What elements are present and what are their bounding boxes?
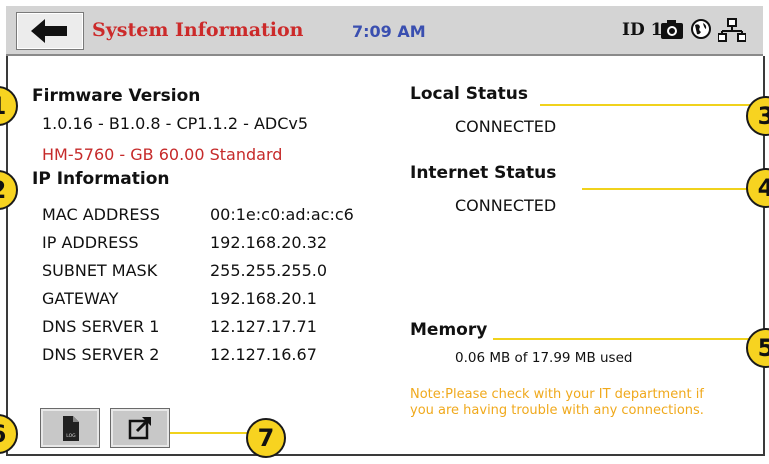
back-button[interactable]	[16, 12, 84, 50]
ip-row-label: MAC ADDRESS	[42, 205, 160, 224]
camera-icon[interactable]	[660, 18, 684, 40]
back-arrow-icon	[31, 19, 67, 43]
model-label: HM-5760 - GB 60.00 Standard	[42, 145, 283, 164]
ip-row-label: SUBNET MASK	[42, 261, 158, 280]
globe-icon[interactable]	[690, 18, 712, 40]
clock: 7:09 AM	[352, 22, 426, 41]
ip-row-value: 192.168.20.1	[210, 289, 317, 308]
ip-row-value: 00:1e:c0:ad:ac:c6	[210, 205, 354, 224]
ip-row-label: IP ADDRESS	[42, 233, 139, 252]
ip-row-value: 192.168.20.32	[210, 233, 328, 252]
ip-row-label: DNS SERVER 1	[42, 317, 160, 336]
ip-heading: IP Information	[32, 169, 170, 189]
ip-row-label: GATEWAY	[42, 289, 119, 308]
screen-frame: System Information 7:09 AM ID 1 Firmware…	[0, 0, 769, 464]
firmware-heading: Firmware Version	[32, 86, 201, 106]
export-button[interactable]	[110, 408, 170, 448]
ip-row-value: 12.127.17.71	[210, 317, 317, 336]
device-id: ID 1	[622, 20, 663, 40]
local-status-value: CONNECTED	[455, 117, 557, 136]
network-icon[interactable]	[718, 18, 746, 42]
external-link-icon	[128, 417, 151, 440]
callout-3-line	[540, 104, 750, 106]
connection-note: Note:Please check with your IT departmen…	[410, 387, 704, 418]
internet-status-heading: Internet Status	[410, 163, 557, 183]
ip-row-value: 255.255.255.0	[210, 261, 328, 280]
callout-5-line	[493, 338, 750, 340]
log-button[interactable]: LOG	[40, 408, 100, 448]
ip-row-label: DNS SERVER 2	[42, 345, 160, 364]
memory-heading: Memory	[410, 320, 488, 340]
page-title: System Information	[92, 19, 304, 41]
log-icon-text: LOG	[66, 433, 76, 439]
firmware-version: 1.0.16 - B1.0.8 - CP1.1.2 - ADCv5	[42, 114, 309, 133]
top-bar: System Information 7:09 AM ID 1	[6, 6, 763, 56]
log-file-icon: LOG	[63, 416, 79, 441]
memory-value: 0.06 MB of 17.99 MB used	[455, 350, 633, 366]
callout-7: 7	[246, 418, 286, 458]
local-status-heading: Local Status	[410, 84, 528, 104]
callout-4-line	[582, 188, 750, 190]
internet-status-value: CONNECTED	[455, 196, 557, 215]
ip-row-value: 12.127.16.67	[210, 345, 317, 364]
